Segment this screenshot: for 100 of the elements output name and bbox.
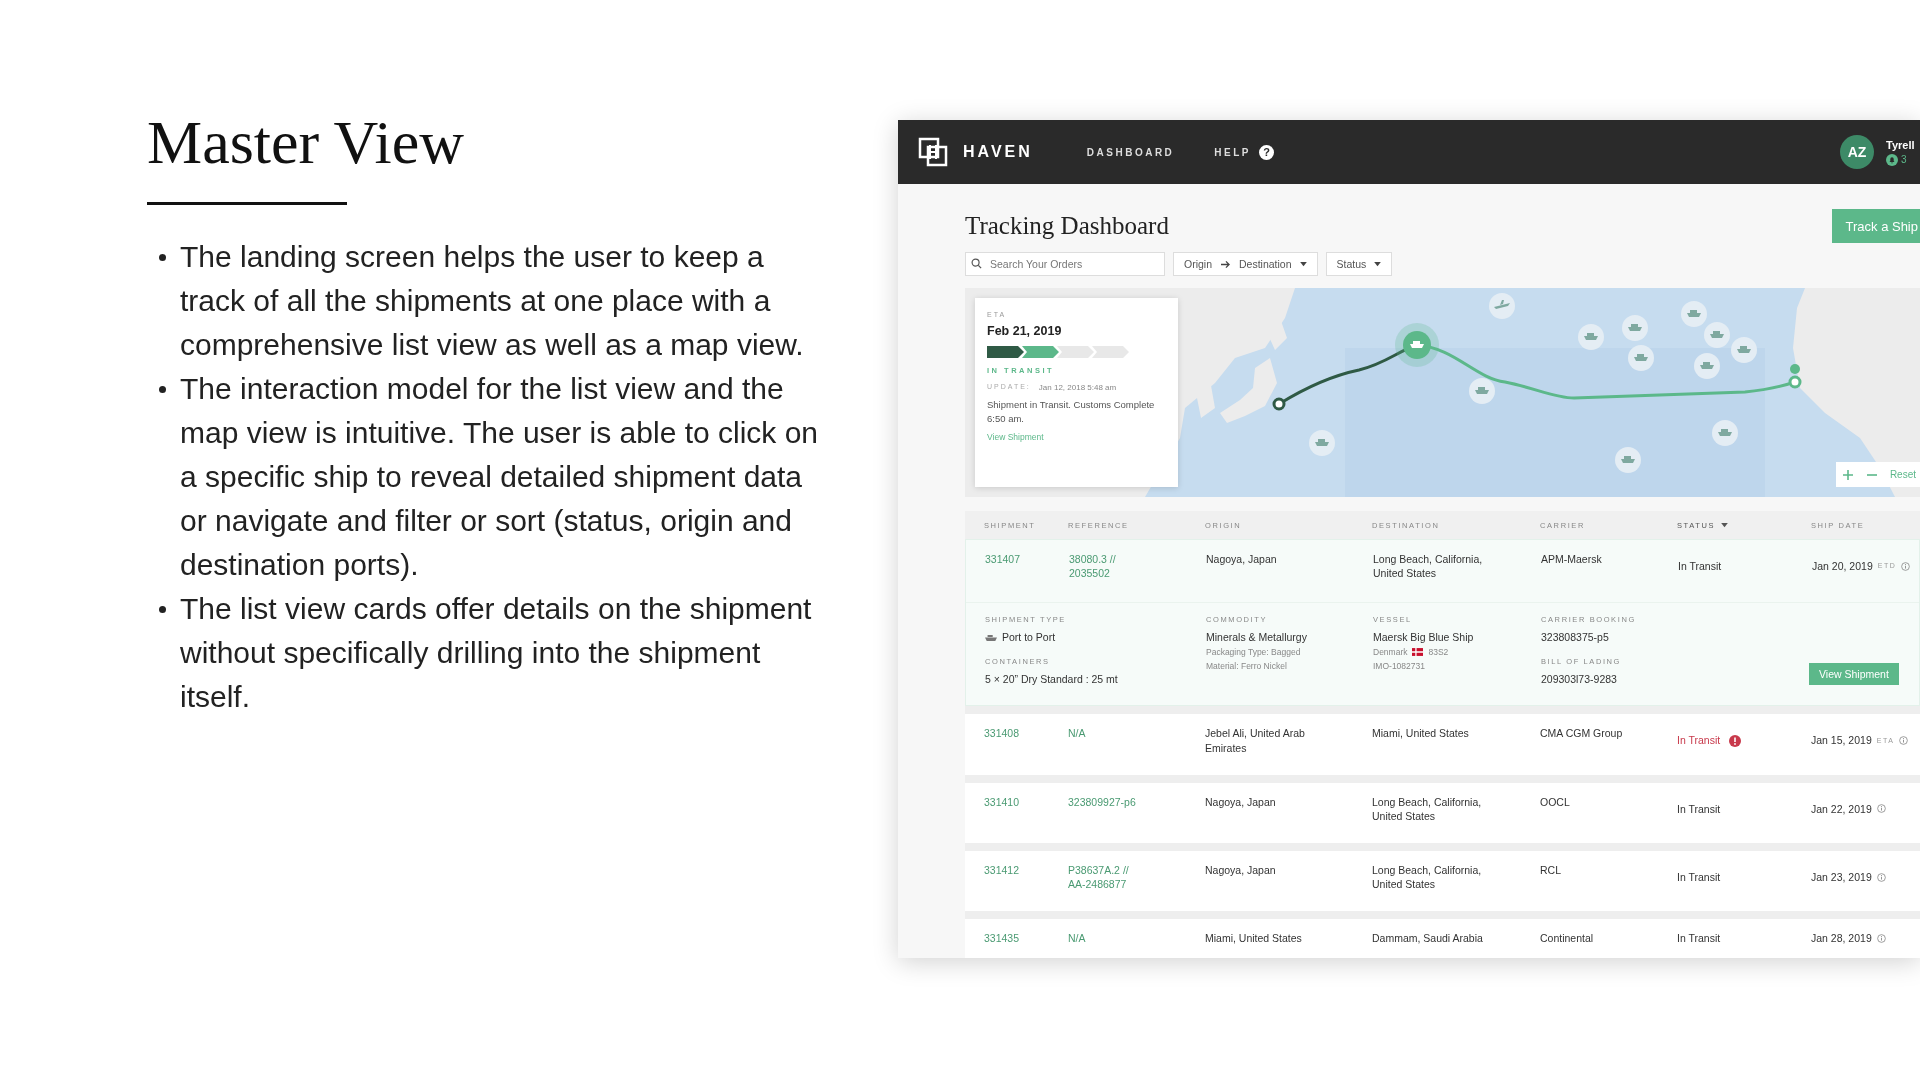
shipment-id[interactable]: 331412 bbox=[984, 863, 1068, 892]
ship-marker-icon[interactable] bbox=[1615, 447, 1641, 473]
ship-marker-icon[interactable] bbox=[1622, 315, 1648, 341]
status-cell: In Transit bbox=[1677, 733, 1721, 748]
origin-cell-text: Nagoya, Japan bbox=[1206, 552, 1278, 567]
origin-cell-text: Miami, United States bbox=[1205, 931, 1303, 946]
origin-cell-text: Jebel Ali, United Arab Emirates bbox=[1205, 726, 1306, 755]
current-ship-icon[interactable] bbox=[1395, 323, 1439, 367]
status-cell: In Transit bbox=[1678, 559, 1722, 574]
update-message: Shipment in Transit. Customs Complete 6:50 am. bbox=[987, 398, 1156, 426]
destination-label: Destination bbox=[1239, 258, 1292, 270]
eta-date: Feb 21, 2019 bbox=[987, 324, 1062, 338]
bullet-icon bbox=[159, 254, 166, 262]
bullet-icon bbox=[159, 606, 166, 614]
caret-icon bbox=[1299, 261, 1307, 267]
search-field[interactable]: Search Your Orders bbox=[965, 252, 1165, 276]
shipment-card[interactable]: 331435 N/A Miami, United States Dammam, Saudi Arabia Continental In Transit Jan 28, 2019 bbox=[965, 919, 1920, 958]
reference-cell[interactable]: N/A bbox=[1068, 726, 1148, 755]
bullet-text: The interaction model for the list view and the map view is intuitive. The user is able to click on a specific ship to reveal detailed shipment data or navigate and filter or sort (status, origin and destination ports). bbox=[180, 371, 820, 584]
shipment-card[interactable]: 331410 323809927-p6 Nagoya, Japan Long Beach, California, United States OOCL In Transit Jan 22, 2019 bbox=[965, 782, 1920, 844]
nav-link[interactable]: DASHBOARD bbox=[1086, 144, 1175, 160]
view-shipment-button[interactable]: View Shipment bbox=[1809, 663, 1899, 686]
destination-cell-text: Miami, United States bbox=[1372, 726, 1470, 742]
carrier-cell-text: APM-Maersk bbox=[1541, 552, 1603, 567]
vessel-country: Denmark bbox=[1373, 647, 1408, 658]
ship-marker-icon[interactable] bbox=[1578, 324, 1604, 350]
carrier-cell-text: OOCL bbox=[1540, 794, 1571, 810]
ship-marker-icon[interactable] bbox=[1309, 430, 1335, 456]
ship-marker-icon[interactable] bbox=[1704, 322, 1730, 348]
bill-of-lading-value: 209303l73-9283 bbox=[1541, 673, 1617, 686]
shipment-id[interactable]: 331408 bbox=[984, 726, 1068, 755]
reference-cell[interactable]: N/A bbox=[1068, 931, 1148, 946]
info-icon[interactable] bbox=[1876, 872, 1886, 882]
track-ship-button[interactable]: Track a Ship bbox=[1831, 209, 1920, 243]
ship-marker-icon[interactable] bbox=[1731, 337, 1757, 363]
destination-cell-text: Long Beach, California, United States bbox=[1373, 552, 1484, 581]
slide-title: Master View bbox=[147, 108, 465, 177]
shipment-card[interactable] bbox=[965, 539, 1920, 707]
alert-icon bbox=[1729, 734, 1742, 747]
shipment-id[interactable]: 331407 bbox=[985, 552, 1069, 581]
shipment-type: Port to Port bbox=[1002, 631, 1056, 644]
reference-cell[interactable]: 323809927-p6 bbox=[1068, 794, 1148, 824]
ship-marker-icon[interactable] bbox=[1628, 345, 1654, 371]
bullet-text: The list view cards offer details on the shipment without specifically drilling into the shipment itself. bbox=[180, 591, 813, 716]
flag-icon bbox=[1412, 648, 1424, 657]
shipment-id[interactable]: 331435 bbox=[984, 931, 1068, 946]
reference-cell[interactable]: P38637A.2 // AA-2486877 bbox=[1068, 863, 1148, 892]
status-filter[interactable]: Status bbox=[1325, 252, 1393, 276]
arrow-icon bbox=[1220, 259, 1231, 269]
ship-marker-icon[interactable] bbox=[1681, 301, 1707, 327]
origin-cell-text: Nagoya, Japan bbox=[1205, 863, 1277, 879]
view-shipment-link[interactable]: View Shipment bbox=[987, 431, 1044, 442]
carrier-cell-text: Continental bbox=[1540, 931, 1595, 946]
info-icon[interactable] bbox=[1901, 561, 1911, 571]
carrier-cell-text: CMA CGM Group bbox=[1540, 726, 1624, 742]
reference-cell[interactable]: 38080.3 // 2035502 bbox=[1069, 552, 1149, 581]
origin-label: Origin bbox=[1184, 258, 1212, 270]
logo-icon bbox=[918, 137, 948, 167]
ship-date: Jan 22, 2019 bbox=[1811, 801, 1872, 816]
status-cell: In Transit bbox=[1677, 931, 1721, 946]
help-icon: ? bbox=[1259, 144, 1274, 160]
destination-pin-icon bbox=[1788, 364, 1802, 389]
nav-link[interactable]: HELP ? bbox=[1214, 144, 1274, 160]
containers-value: 5 × 20” Dry Standard : 25 mt bbox=[985, 673, 1118, 686]
destination-cell-text: Dammam, Saudi Arabia bbox=[1372, 931, 1484, 946]
carrier-booking-value: 323808375-p5 bbox=[1541, 631, 1609, 644]
search-icon bbox=[971, 258, 982, 269]
info-icon[interactable] bbox=[1899, 736, 1909, 745]
page-title: Tracking Dashboard bbox=[965, 212, 1169, 240]
ship-icon bbox=[985, 633, 997, 641]
status-label: Status bbox=[1336, 258, 1367, 270]
update-time: Jan 12, 2018 5:48 am bbox=[1038, 383, 1117, 392]
ship-marker-icon[interactable] bbox=[1712, 420, 1738, 446]
ship-marker-icon[interactable] bbox=[1469, 378, 1495, 404]
commodity-note: Packaging Type: Bagged bbox=[1206, 647, 1301, 658]
ship-marker-icon[interactable] bbox=[1694, 353, 1720, 379]
shipment-card[interactable]: 331412 P38637A.2 // AA-2486877 Nagoya, Japan Long Beach, California, United States RCL In Transit Jan 23, 2019 bbox=[965, 851, 1920, 912]
vessel-name: Maersk Big Blue Ship bbox=[1373, 631, 1474, 644]
status-cell: In Transit bbox=[1677, 801, 1721, 816]
ship-date: Jan 28, 2019 bbox=[1811, 931, 1872, 946]
user-name: Tyrell bbox=[1886, 138, 1915, 151]
route-filter[interactable]: Origin Destination bbox=[1173, 252, 1318, 276]
user-avatar[interactable]: AZ bbox=[1840, 135, 1874, 169]
shipment-id[interactable]: 331410 bbox=[984, 794, 1068, 824]
plane-marker-icon[interactable] bbox=[1489, 293, 1515, 319]
info-icon[interactable] bbox=[1876, 804, 1886, 814]
ship-date: Jan 23, 2019 bbox=[1811, 870, 1872, 885]
destination-cell-text: Long Beach, California, United States bbox=[1372, 863, 1483, 892]
notification-count: 3 bbox=[1901, 154, 1907, 165]
vessel-imo: IMO-1082731 bbox=[1373, 661, 1425, 672]
origin-cell-text: Nagoya, Japan bbox=[1205, 794, 1277, 810]
brand-name: HAVEN bbox=[963, 143, 1033, 161]
sort-caret-icon[interactable] bbox=[1721, 522, 1729, 528]
destination-cell-text: Long Beach, California, United States bbox=[1372, 794, 1483, 824]
carrier-cell-text: RCL bbox=[1540, 863, 1562, 879]
commodity-note: Material: Ferro Nickel bbox=[1206, 661, 1287, 672]
info-icon[interactable] bbox=[1876, 933, 1886, 943]
vessel-code: 83S2 bbox=[1428, 647, 1449, 658]
bell-icon[interactable] bbox=[1886, 153, 1898, 166]
bullet-icon bbox=[159, 386, 166, 394]
